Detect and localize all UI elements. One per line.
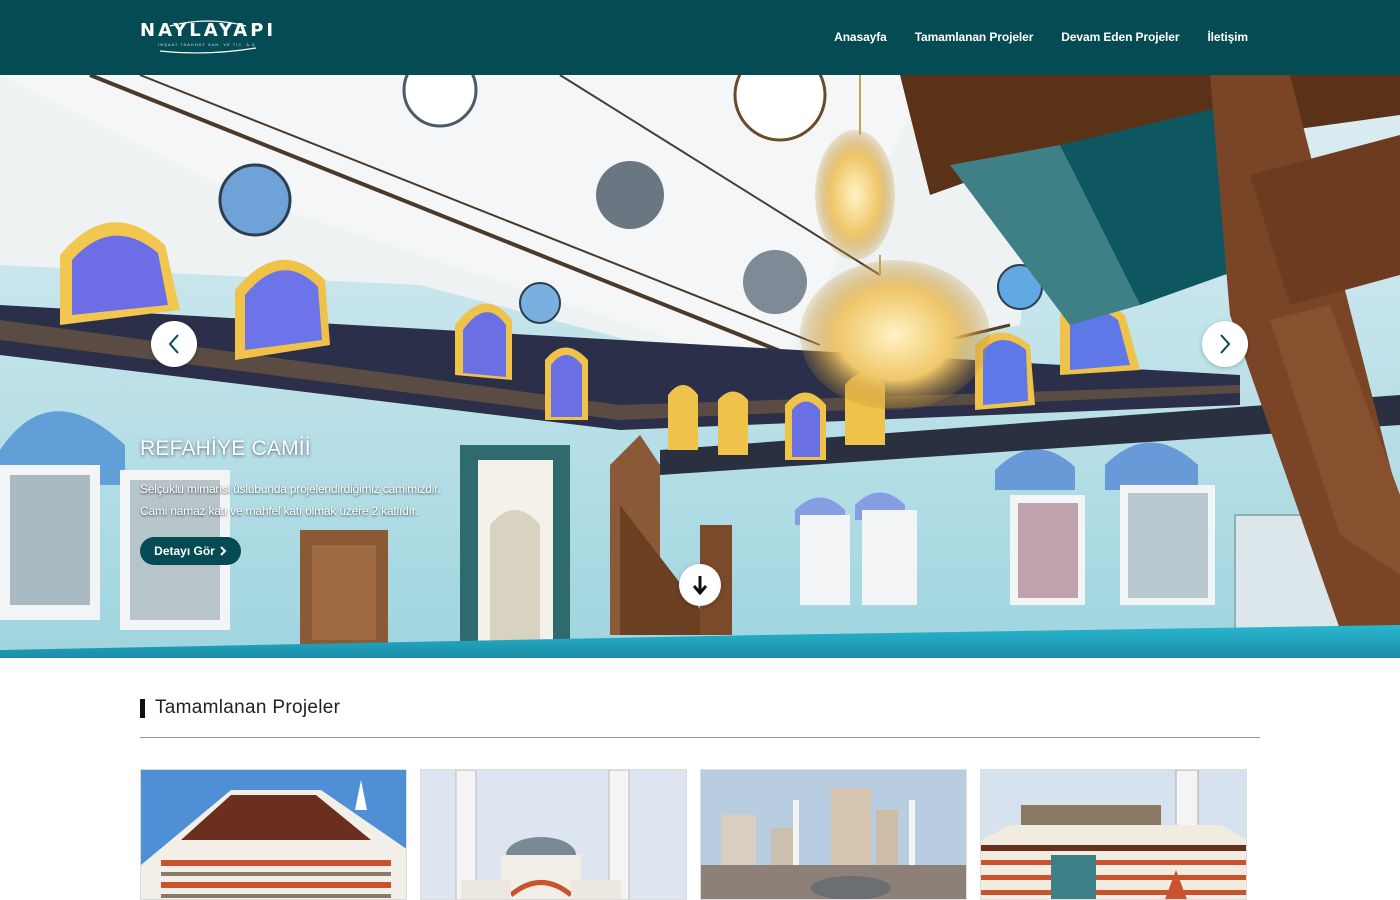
slide-description-line-2: Cami namaz katı ve mahfel katı olmak üze… <box>140 504 418 518</box>
section-heading-bar <box>140 698 145 718</box>
section-title: Tamamlanan Projeler <box>155 697 341 718</box>
project-card-image <box>421 770 686 899</box>
slider-next-button[interactable] <box>1202 321 1248 367</box>
arrow-down-icon <box>692 576 708 595</box>
scroll-down-button[interactable] <box>679 564 721 606</box>
nav-home[interactable]: Anasayfa <box>834 30 887 44</box>
slide-caption: REFAHİYE CAMİİ Selçuklu mimarisi üslubun… <box>140 437 540 522</box>
project-card-image <box>141 770 406 899</box>
project-card[interactable] <box>980 769 1247 900</box>
project-card[interactable] <box>420 769 687 900</box>
nav-ongoing-projects[interactable]: Devam Eden Projeler <box>1061 30 1179 44</box>
nav-completed-projects[interactable]: Tamamlanan Projeler <box>915 30 1034 44</box>
detail-button-label: Detayı Gör <box>154 544 215 558</box>
main-nav: Anasayfa Tamamlanan Projeler Devam Eden … <box>834 30 1248 44</box>
detail-button[interactable]: Detayı Gör <box>140 537 241 565</box>
project-card-list <box>140 769 1248 900</box>
slide-title: REFAHİYE CAMİİ <box>140 437 311 460</box>
slider-prev-button[interactable] <box>151 321 197 367</box>
site-header: NAYLAYAPI İNŞAAT TAAHHÜT SAN. VE TİC. A.… <box>0 0 1400 75</box>
logo-swoosh-icon <box>159 20 257 54</box>
project-card[interactable] <box>140 769 407 900</box>
slide-description: Selçuklu mimarisi üslubunda projelendird… <box>140 478 540 522</box>
naylayapi-logo[interactable]: NAYLAYAPI İNŞAAT TAAHHÜT SAN. VE TİC. A.… <box>140 18 276 54</box>
section-divider <box>140 737 1260 738</box>
section-heading: Tamamlanan Projeler <box>140 697 340 719</box>
chevron-right-small-icon <box>220 546 227 556</box>
project-card[interactable] <box>700 769 967 900</box>
project-card-image <box>981 770 1246 899</box>
chevron-left-icon <box>168 334 179 354</box>
hero-slider: REFAHİYE CAMİİ Selçuklu mimarisi üslubun… <box>0 75 1400 658</box>
chevron-right-icon <box>1220 334 1231 354</box>
project-card-image <box>701 770 966 899</box>
slide-description-line-1: Selçuklu mimarisi üslubunda projelendird… <box>140 482 441 496</box>
nav-contact[interactable]: İletişim <box>1207 30 1248 44</box>
